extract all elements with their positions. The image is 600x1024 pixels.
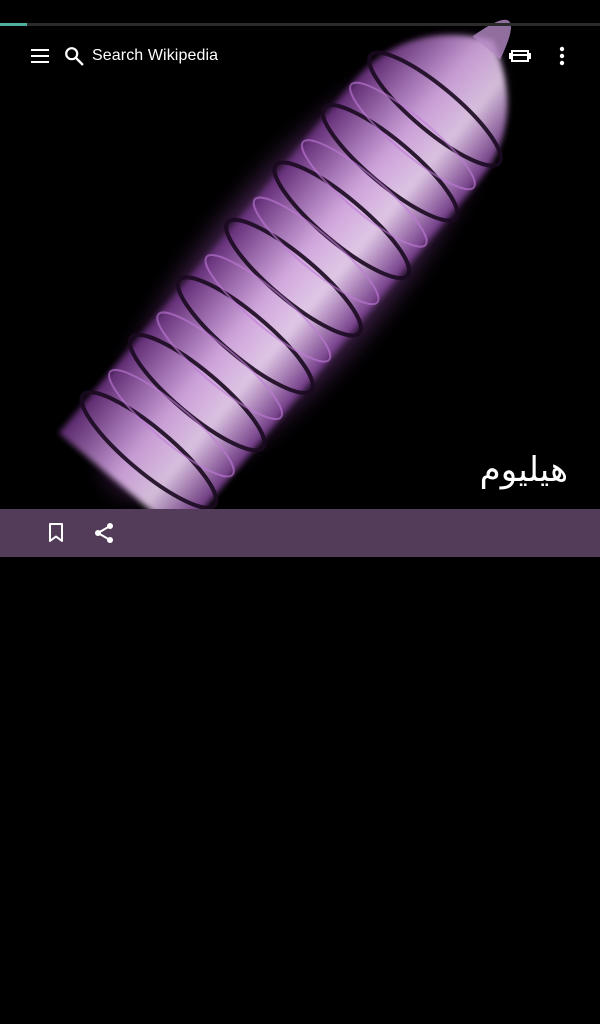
more-vert-icon	[559, 46, 565, 66]
article-action-bar	[0, 509, 600, 557]
menu-button[interactable]	[20, 36, 60, 76]
top-toolbar: Search Wikipedia	[0, 30, 600, 82]
tabs-button[interactable]	[500, 36, 540, 76]
menu-icon	[31, 49, 49, 63]
search-placeholder: Search Wikipedia	[92, 47, 219, 64]
progress-fill	[0, 23, 27, 26]
article-content-area	[0, 557, 600, 1024]
article-title: هيليوم	[479, 450, 568, 490]
share-icon	[95, 523, 113, 543]
screen: Search Wikipedia هيليوم	[0, 0, 600, 1024]
search-input[interactable]: Search Wikipedia	[60, 36, 360, 76]
overflow-menu-button[interactable]	[542, 36, 582, 76]
search-icon	[60, 42, 88, 70]
bookmark-icon	[49, 523, 63, 542]
tabs-icon	[509, 50, 531, 62]
save-bookmark-button[interactable]	[36, 513, 76, 553]
share-button[interactable]	[84, 513, 124, 553]
page-load-progress	[0, 23, 600, 26]
